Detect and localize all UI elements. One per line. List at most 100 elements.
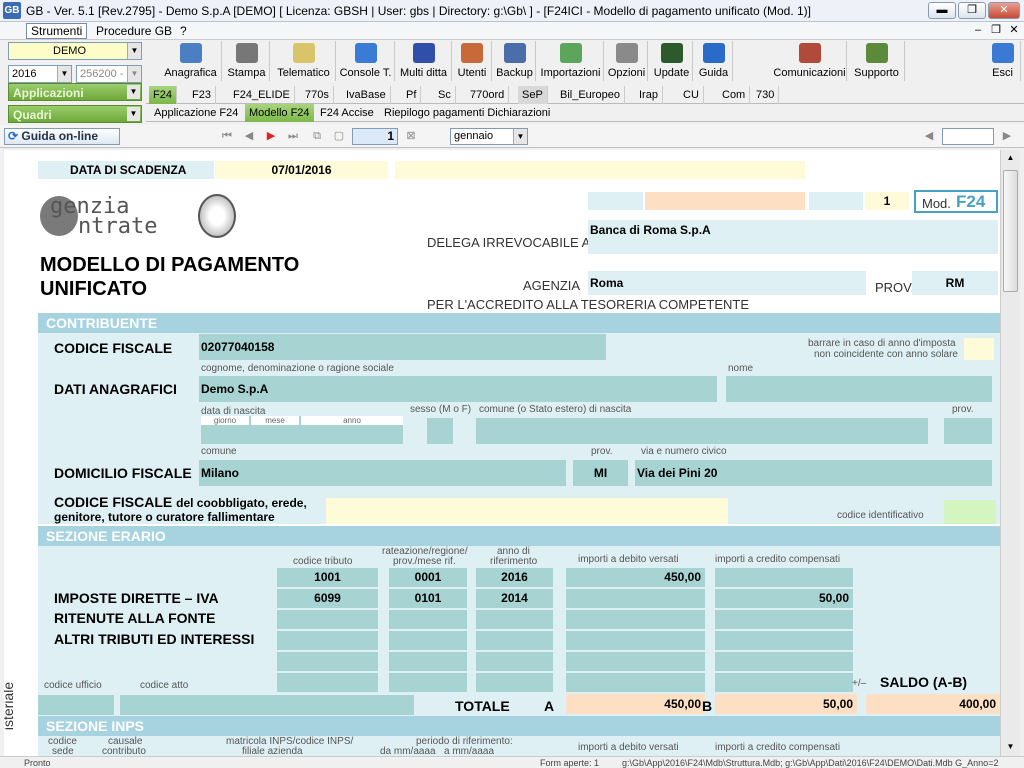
stampa-button[interactable]: Stampa (224, 41, 270, 81)
erario-tributo-cell[interactable]: 6099 (277, 589, 378, 608)
maximize-button[interactable]: ❐ (958, 2, 986, 19)
coobbligato-field[interactable] (326, 498, 728, 524)
codice-ufficio-field[interactable] (38, 695, 114, 715)
erario-debito-cell[interactable] (566, 610, 705, 629)
page-number-input[interactable]: 1 (352, 128, 398, 145)
prov-nascita-field[interactable] (944, 418, 992, 444)
scroll-up-icon[interactable]: ▲ (1003, 151, 1018, 165)
tab-bil-europeo[interactable]: Bil_Europeo (556, 86, 625, 104)
codice-atto-field[interactable] (120, 695, 414, 715)
quadri-select[interactable]: Quadri ▼ (8, 105, 142, 123)
erario-credito-cell[interactable]: 50,00 (715, 589, 853, 608)
tab-770s[interactable]: 770s (301, 86, 334, 104)
anno-imposta-checkbox[interactable] (964, 338, 994, 360)
prov-field[interactable]: RM (912, 271, 998, 295)
guida-online-button[interactable]: ⟳ Guida on-line (4, 128, 120, 145)
anagrafica-button[interactable]: Anagrafica (160, 41, 222, 81)
totale-debito-field[interactable]: 450,00 (566, 694, 705, 714)
subtab-modello-f24[interactable]: Modello F24 (245, 104, 314, 122)
data-nascita-field[interactable]: giorno mese anno (201, 416, 403, 444)
update-button[interactable]: Update (651, 41, 693, 81)
domicilio-prov-field[interactable]: MI (573, 460, 628, 486)
mdi-close-button[interactable]: ✕ (1006, 23, 1022, 38)
header-box-2[interactable] (645, 192, 805, 210)
scroll-down-icon[interactable]: ▼ (1003, 740, 1018, 754)
erario-tributo-cell[interactable]: 1001 (277, 568, 378, 587)
domicilio-via-field[interactable]: Via dei Pini 20 (635, 460, 992, 486)
tab-f24-elide[interactable]: F24_ELIDE (229, 86, 295, 104)
page-num-field[interactable]: 1 (865, 192, 909, 210)
codice-identificativo-field[interactable] (944, 500, 996, 524)
erario-rateazione-cell[interactable] (389, 610, 467, 629)
vertical-scrollbar[interactable]: ▲ ▼ (1000, 150, 1020, 756)
scadenza-date[interactable]: 07/01/2016 (215, 161, 388, 179)
code-select[interactable]: 256200 - ▼ (76, 65, 142, 83)
year-select[interactable]: 2016 ▼ (8, 65, 72, 83)
domicilio-comune-field[interactable]: Milano (199, 460, 566, 486)
backup-button[interactable]: Backup (494, 41, 536, 81)
tab-f23[interactable]: F23 (188, 86, 216, 104)
minimize-button[interactable]: ▬ (928, 2, 956, 19)
new-page-icon[interactable]: ▢ (332, 129, 346, 143)
erario-rateazione-cell[interactable] (389, 631, 467, 650)
erario-debito-cell[interactable] (566, 652, 705, 671)
erario-anno-cell[interactable] (476, 673, 553, 692)
prev-page-icon[interactable]: ◀ (242, 129, 256, 143)
erario-anno-cell[interactable]: 2016 (476, 568, 553, 587)
company-select[interactable]: DEMO ▼ (8, 42, 142, 60)
totale-credito-field[interactable]: 50,00 (715, 694, 857, 714)
subtab-f24-accise[interactable]: F24 Accise (316, 104, 378, 122)
erario-debito-cell[interactable] (566, 589, 705, 608)
console-t-button[interactable]: Console T. (337, 41, 395, 81)
erario-anno-cell[interactable]: 2014 (476, 589, 553, 608)
esci-button[interactable]: Esci (985, 41, 1021, 81)
erario-rateazione-cell[interactable]: 0001 (389, 568, 467, 587)
erario-credito-cell[interactable] (715, 631, 853, 650)
first-page-icon[interactable]: ⏮ (220, 129, 234, 143)
last-page-icon[interactable]: ⏭ (286, 129, 300, 143)
opzioni-button[interactable]: Opzioni (606, 41, 648, 81)
agenzia-field[interactable]: Roma (588, 271, 866, 295)
copy-page-icon[interactable]: ⧉ (310, 129, 324, 143)
banca-field[interactable]: Banca di Roma S.p.A (588, 220, 998, 254)
tab-irap[interactable]: Irap (635, 86, 663, 104)
erario-credito-cell[interactable] (715, 673, 853, 692)
telematico-button[interactable]: Telematico (272, 41, 336, 81)
scroll-right-icon[interactable]: ▶ (1000, 129, 1014, 143)
tab-770ord[interactable]: 770ord (466, 86, 510, 104)
tab-f24[interactable]: F24 (149, 86, 177, 104)
tab-ivabase[interactable]: IvaBase (342, 86, 391, 104)
denominazione-field[interactable]: Demo S.p.A (199, 376, 717, 402)
erario-rateazione-cell[interactable] (389, 652, 467, 671)
erario-credito-cell[interactable] (715, 568, 853, 587)
scrollbar-thumb[interactable] (1003, 170, 1018, 292)
month-select[interactable]: gennaio ▼ (450, 128, 528, 145)
erario-tributo-cell[interactable] (277, 652, 378, 671)
utenti-button[interactable]: Utenti (453, 41, 492, 81)
subtab-riepilogo-pagamenti-dichiarazioni[interactable]: Riepilogo pagamenti Dichiarazioni (380, 104, 554, 122)
menu-procedure-gb[interactable]: Procedure GB (92, 24, 176, 38)
tab-com[interactable]: Com (718, 86, 751, 104)
menu-help[interactable]: ? (176, 24, 191, 38)
guida-button[interactable]: Guida (695, 41, 733, 81)
erario-rateazione-cell[interactable]: 0101 (389, 589, 467, 608)
search-input[interactable] (942, 128, 994, 145)
tab-sep[interactable]: SeP (518, 86, 548, 104)
tab-pf[interactable]: Pf (402, 86, 422, 104)
subtab-applicazione-f24[interactable]: Applicazione F24 (150, 104, 242, 122)
erario-anno-cell[interactable] (476, 610, 553, 629)
erario-debito-cell[interactable]: 450,00 (566, 568, 705, 587)
mdi-minimize-button[interactable]: – (970, 23, 986, 38)
codice-fiscale-field[interactable]: 02077040158 (199, 334, 606, 360)
saldo-field[interactable]: 400,00 (866, 694, 1000, 714)
erario-credito-cell[interactable] (715, 610, 853, 629)
scadenza-note[interactable] (395, 161, 805, 179)
comune-nascita-field[interactable] (476, 418, 928, 444)
mdi-restore-button[interactable]: ❐ (988, 23, 1004, 38)
erario-tributo-cell[interactable] (277, 631, 378, 650)
erario-rateazione-cell[interactable] (389, 673, 467, 692)
menu-strumenti[interactable]: Strumenti (26, 23, 88, 39)
importazioni-button[interactable]: Importazioni (538, 41, 604, 81)
erario-tributo-cell[interactable] (277, 610, 378, 629)
scroll-left-icon[interactable]: ◀ (922, 129, 936, 143)
